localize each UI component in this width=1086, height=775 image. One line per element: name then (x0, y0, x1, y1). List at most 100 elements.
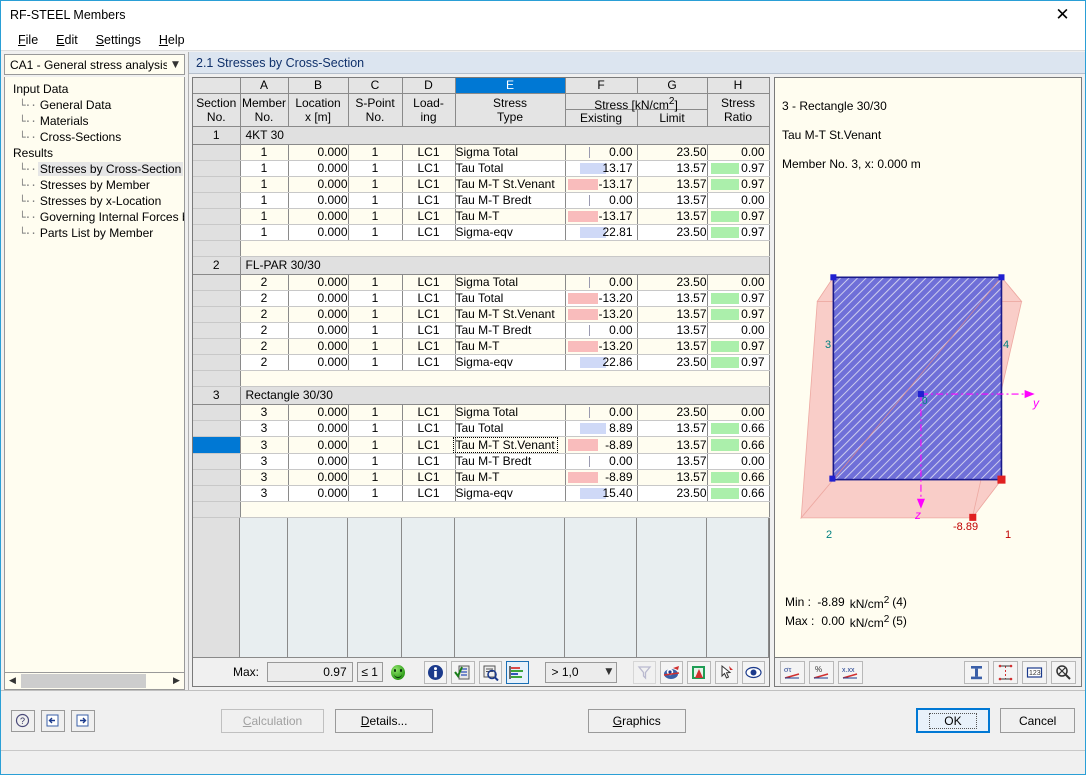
row-section-marker[interactable] (193, 338, 241, 355)
show-view-button[interactable] (741, 660, 766, 684)
cell-stress-type[interactable]: Sigma-eqv (455, 224, 566, 241)
row-section-marker[interactable] (193, 306, 241, 323)
tree-item-cross-sections[interactable]: └·· Cross-Sections (9, 129, 184, 145)
tree-item-input-data[interactable]: Input Data (9, 81, 184, 97)
cell-stress-type[interactable]: Tau M-T Bredt (455, 322, 566, 339)
find-button[interactable] (478, 660, 502, 684)
stress-sigma-tau-button[interactable]: στ (780, 660, 805, 684)
column-letter-C[interactable]: C (348, 78, 403, 94)
section-group-row[interactable]: 3 Rectangle 30/30 (193, 386, 770, 405)
table-row[interactable]: 3 0.000 1 LC1 Sigma-eqv 15.40 23.50 0.66 (193, 485, 770, 502)
navigation-tree[interactable]: Input Data └·· General Data └·· Materials └··… (4, 77, 185, 673)
ok-button[interactable]: OK (915, 708, 991, 733)
tree-item-stresses-by-member[interactable]: └·· Stresses by Member (9, 177, 184, 193)
column-letter-B[interactable]: B (288, 78, 349, 94)
chevron-left-icon[interactable]: ◀ (5, 674, 20, 689)
navigator-horizontal-scrollbar[interactable]: ◀ ▶ (4, 673, 185, 690)
numbering-button[interactable]: 123 (1022, 660, 1047, 684)
pick-button[interactable] (714, 660, 738, 684)
max-value-field[interactable]: 0.97 (267, 662, 353, 682)
table-row[interactable]: 3 0.000 1 LC1 Tau M-T -8.89 13.57 0.66 (193, 469, 770, 486)
table-row[interactable]: 1 0.000 1 LC1 Tau M-T St.Venant -13.17 13.57 0.… (193, 176, 770, 193)
column-letter-A[interactable]: A (240, 78, 289, 94)
table-row[interactable]: 2 0.000 1 LC1 Sigma Total 0.00 23.50 0.00 (193, 274, 770, 291)
table-row[interactable]: 1 0.000 1 LC1 Tau M-T Bredt 0.00 13.57 0.00 (193, 192, 770, 209)
chevron-right-icon[interactable]: ▶ (169, 674, 184, 689)
table-row[interactable]: 1 0.000 1 LC1 Sigma Total 0.00 23.50 0.00 (193, 144, 770, 161)
tree-item-parts-list-by-member[interactable]: └·· Parts List by Member (9, 225, 184, 241)
table-row[interactable]: 3 0.000 1 LC1 Tau Total 8.89 13.57 0.66 (193, 420, 770, 437)
table-row[interactable]: 1 0.000 1 LC1 Tau Total 13.17 13.57 0.97 (193, 160, 770, 177)
row-section-marker[interactable] (193, 208, 241, 225)
row-section-marker[interactable] (193, 436, 241, 454)
row-section-marker[interactable] (193, 420, 241, 437)
row-section-marker[interactable] (193, 404, 241, 421)
column-letter-H[interactable]: H (707, 78, 770, 94)
column-letter-D[interactable]: D (402, 78, 456, 94)
graphics-button[interactable]: Graphics (587, 708, 686, 733)
cell-stress-type[interactable]: Tau M-T St.Venant (455, 176, 566, 193)
table-row[interactable]: 2 0.000 1 LC1 Tau M-T Bredt 0.00 13.57 0.00 (193, 322, 770, 339)
cell-stress-type[interactable]: Tau M-T St.Venant (452, 436, 566, 454)
menu-item-file[interactable]: File (9, 31, 47, 49)
cell-stress-type[interactable]: Tau M-T St.Venant (455, 306, 566, 323)
cross-section-graphic[interactable]: 3 - Rectangle 30/30 Tau M-T St.Venant Me… (774, 77, 1082, 658)
table-row[interactable]: 3 0.000 1 LC1 Tau M-T St.Venant -8.89 13.57 0.6… (193, 436, 770, 454)
cell-stress-type[interactable]: Tau M-T (455, 338, 566, 355)
previous-arrow-icon[interactable] (40, 709, 65, 732)
row-section-marker[interactable] (193, 160, 241, 177)
help-question-icon[interactable]: ? (11, 709, 35, 732)
row-section-marker[interactable] (193, 290, 241, 307)
cell-stress-type[interactable]: Tau Total (455, 420, 566, 437)
results-table[interactable]: A B C D E F G H Section No. Member No. Location x [m]… (193, 78, 770, 518)
export-excel-button[interactable] (687, 660, 711, 684)
cell-stress-type[interactable]: Sigma-eqv (455, 354, 566, 371)
cell-stress-type[interactable]: Tau M-T (455, 469, 566, 486)
row-section-marker[interactable] (193, 274, 241, 291)
column-letter-corner[interactable] (193, 78, 241, 94)
zoom-reset-button[interactable] (1051, 660, 1076, 684)
cell-stress-type[interactable]: Tau M-T Bredt (455, 192, 566, 209)
filter-select[interactable]: > 1,0 ▼ (544, 661, 618, 683)
cell-stress-type[interactable]: Tau Total (455, 290, 566, 307)
table-row[interactable]: 2 0.000 1 LC1 Sigma-eqv 22.86 23.50 0.97 (193, 354, 770, 371)
tree-item-general-data[interactable]: └·· General Data (9, 97, 184, 113)
tree-item-stresses-by-x-location[interactable]: └·· Stresses by x-Location (9, 193, 184, 209)
row-section-marker[interactable] (193, 485, 241, 502)
section-group-row[interactable]: 1 4KT 30 (193, 126, 770, 145)
cell-stress-type[interactable]: Tau M-T Bredt (455, 453, 566, 470)
row-section-marker[interactable] (193, 192, 241, 209)
table-row[interactable]: 3 0.000 1 LC1 Sigma Total 0.00 23.50 0.00 (193, 404, 770, 421)
tree-item-stresses-by-cross-section[interactable]: └·· Stresses by Cross-Section (9, 161, 184, 177)
row-section-marker[interactable] (193, 322, 241, 339)
result-settings-button[interactable] (451, 660, 475, 684)
table-row[interactable]: 1 0.000 1 LC1 Sigma-eqv 22.81 23.50 0.97 (193, 224, 770, 241)
cancel-button[interactable]: Cancel (1000, 708, 1075, 733)
tree-item-governing-internal-forces-by-m[interactable]: └··Governing Internal Forces by M (9, 209, 184, 225)
row-section-marker[interactable] (193, 176, 241, 193)
menu-item-edit[interactable]: Edit (47, 31, 87, 49)
menu-item-settings[interactable]: Settings (87, 31, 150, 49)
column-letter-G[interactable]: G (637, 78, 708, 94)
section-group-row[interactable]: 2 FL-PAR 30/30 (193, 256, 770, 275)
row-section-marker[interactable] (193, 354, 241, 371)
stress-value-button[interactable]: x.xx (838, 660, 863, 684)
tree-item-materials[interactable]: └·· Materials (9, 113, 184, 129)
table-row[interactable]: 2 0.000 1 LC1 Tau Total -13.20 13.57 0.97 (193, 290, 770, 307)
table-row[interactable]: 2 0.000 1 LC1 Tau M-T -13.20 13.57 0.97 (193, 338, 770, 355)
row-section-marker[interactable] (193, 453, 241, 470)
table-row[interactable]: 2 0.000 1 LC1 Tau M-T St.Venant -13.20 13.57 0.… (193, 306, 770, 323)
view-mode-button[interactable] (659, 660, 684, 684)
column-letter-F[interactable]: F (565, 78, 638, 94)
cell-stress-type[interactable]: Sigma Total (455, 144, 566, 161)
next-arrow-icon[interactable] (70, 709, 95, 732)
cell-stress-type[interactable]: Sigma Total (455, 274, 566, 291)
calculation-button[interactable]: Calculation (220, 708, 325, 733)
table-row[interactable]: 1 0.000 1 LC1 Tau M-T -13.17 13.57 0.97 (193, 208, 770, 225)
filter-button[interactable] (632, 660, 656, 684)
dimensions-button[interactable] (993, 660, 1018, 684)
tree-item-results[interactable]: Results (9, 145, 184, 161)
info-button[interactable] (423, 660, 448, 684)
cell-stress-type[interactable]: Tau Total (455, 160, 566, 177)
cell-stress-type[interactable]: Tau M-T (455, 208, 566, 225)
